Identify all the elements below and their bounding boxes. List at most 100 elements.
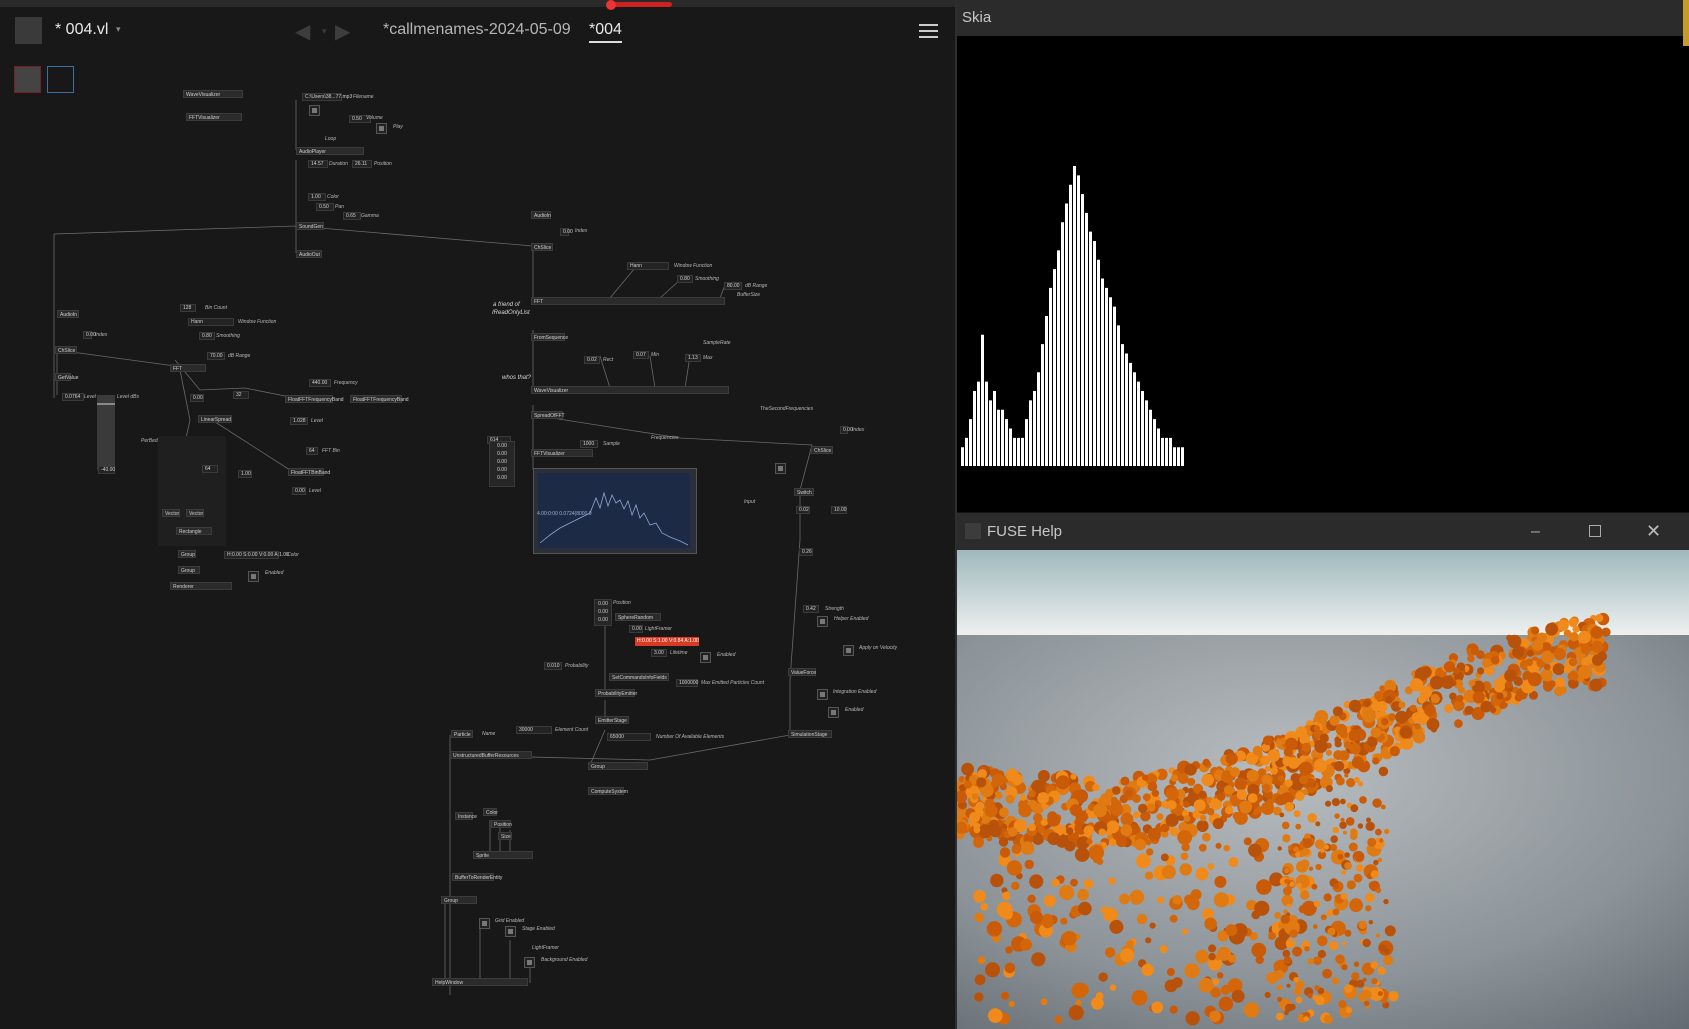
node-fft-right[interactable]: FFT: [531, 297, 725, 305]
node-group-compute[interactable]: Group: [588, 762, 648, 770]
node-from-sequence[interactable]: FromSequence: [531, 333, 568, 341]
iobox-lifetime[interactable]: 3.00: [651, 649, 667, 657]
iobox-index-left[interactable]: 0.00: [83, 331, 96, 339]
node-buffer-to-render[interactable]: BufferToRenderEntity: [452, 873, 502, 881]
toggle-stage[interactable]: [505, 926, 516, 937]
node-position-sprite[interactable]: Position: [491, 820, 512, 828]
iobox-smoothing[interactable]: 0.80: [199, 332, 215, 340]
iobox-size[interactable]: 64: [202, 465, 218, 473]
node-wave-visualizer-2[interactable]: WaveVisualizer: [531, 386, 729, 394]
node-switch[interactable]: Switch: [794, 488, 814, 496]
node-help-window[interactable]: HelpWindow: [432, 978, 528, 986]
node-chslice-right[interactable]: ChSlice: [531, 243, 553, 251]
node-sound-gen[interactable]: SoundGen: [296, 222, 324, 230]
iobox-index-right[interactable]: 0.00: [560, 228, 573, 236]
node-group-help[interactable]: Group: [441, 896, 477, 904]
iobox-switch-a[interactable]: 0.02: [796, 506, 810, 514]
iobox-switch-b[interactable]: 10.00: [831, 506, 847, 514]
toggle-background[interactable]: [524, 957, 535, 968]
iobox-particle-size[interactable]: 0.00: [629, 625, 643, 633]
node-getvalue-left[interactable]: GetValue: [55, 373, 78, 381]
iobox-probability[interactable]: 0.010: [544, 662, 562, 670]
iobox-spread-a[interactable]: 0.00: [190, 394, 204, 402]
node-chslice-switch[interactable]: ChSlice: [811, 446, 833, 454]
iobox-gamma[interactable]: 0.65: [343, 212, 361, 220]
node-audio-in-right[interactable]: AudioIn: [531, 211, 551, 219]
node-simulation-stage[interactable]: SimulationStage: [788, 730, 832, 738]
iobox-count[interactable]: 32: [233, 391, 249, 399]
toggle-play[interactable]: [376, 123, 387, 134]
iobox-smoothing-right[interactable]: 0.80: [677, 275, 693, 283]
toggle-loop[interactable]: [309, 105, 320, 116]
toggle-emitter-enabled[interactable]: [700, 652, 711, 663]
node-wave-visualizer[interactable]: WaveVisualizer: [183, 90, 243, 98]
node-audio-player[interactable]: AudioPlayer: [296, 147, 364, 155]
node-fft-visualizer-2[interactable]: FFTVisualizer: [531, 449, 593, 457]
node-particle[interactable]: Particle: [451, 730, 473, 738]
toggle-apply-velocity[interactable]: [843, 645, 854, 656]
node-linear-spread[interactable]: LinearSpread: [198, 415, 232, 423]
iobox-fft-bin[interactable]: 64: [306, 447, 318, 455]
node-size-sprite[interactable]: Size: [498, 832, 512, 840]
iobox-frequency[interactable]: 440.00: [309, 379, 331, 387]
close-icon[interactable]: ✕: [1646, 513, 1661, 550]
iobox-element-count[interactable]: 30000: [516, 726, 552, 734]
node-vector-2[interactable]: Vector: [186, 509, 204, 517]
node-chslice-left[interactable]: ChSlice: [55, 346, 77, 354]
renderer-preview[interactable]: 4.00:0:00 0.0724(8000.0: [533, 468, 697, 554]
node-instance[interactable]: Instance: [455, 812, 477, 820]
toggle-helper[interactable]: [817, 616, 828, 627]
node-group-2[interactable]: Group: [178, 566, 200, 574]
node-compute-system[interactable]: ComputeSystem: [588, 787, 628, 795]
iobox-max[interactable]: 1.13: [685, 354, 701, 362]
toggle-enabled-renderer[interactable]: [248, 571, 259, 582]
position-vector[interactable]: 0.00 0.00 0.00: [594, 599, 612, 626]
iobox-color-rgba[interactable]: H:0.00 S:0.00 V:0.00 A:1.00: [224, 551, 289, 559]
iobox-strength[interactable]: 0.42: [803, 605, 819, 613]
node-fft-visualizer[interactable]: FFTVisualizer: [186, 113, 242, 121]
particle-color-field[interactable]: H:0.00 S:1.00 V:0.84 A:1.00: [635, 637, 699, 646]
maximize-icon[interactable]: [1589, 525, 1601, 537]
node-float-fft-band-1[interactable]: FloatFFTFrequencyBand: [285, 395, 344, 403]
node-unstructured-buffer[interactable]: UnstructuredBufferResources: [450, 751, 532, 759]
node-spread-of-fft[interactable]: SpreadOfFFT: [531, 411, 565, 419]
toggle-grid[interactable]: [479, 918, 490, 929]
node-group-1[interactable]: Group: [178, 550, 196, 558]
iobox-index-switch[interactable]: 0.00: [840, 426, 853, 434]
toggle-integration[interactable]: [817, 689, 828, 700]
iobox-window-function[interactable]: Hann: [188, 318, 234, 326]
node-audio-out[interactable]: AudioOut: [296, 250, 322, 258]
node-color-sprite[interactable]: Color: [483, 808, 498, 816]
iobox-color[interactable]: 1.00: [308, 193, 326, 201]
iobox-max-emitted[interactable]: 1000000: [676, 679, 698, 687]
skia-titlebar[interactable]: Skia: [957, 0, 1689, 36]
toggle-switch[interactable]: [775, 463, 786, 474]
node-audio-in[interactable]: AudioIn: [57, 310, 79, 318]
node-value-force[interactable]: ValueForce: [788, 668, 816, 676]
iobox-bin-count[interactable]: 128: [180, 304, 196, 312]
fuse-titlebar[interactable]: FUSE Help – ✕: [957, 513, 1689, 550]
iobox-pan[interactable]: 0.50: [316, 203, 334, 211]
iobox-rect[interactable]: 0.02: [584, 356, 600, 364]
iobox-scale[interactable]: 1.00: [238, 470, 252, 478]
toggle-sim-enabled[interactable]: [828, 707, 839, 718]
node-set-commands[interactable]: SetCommandsInfoFields: [609, 673, 669, 681]
node-fft-left[interactable]: FFT: [170, 364, 206, 372]
iobox-db-range-right[interactable]: 80.00: [724, 282, 742, 290]
iobox-sample[interactable]: 1000: [580, 440, 598, 448]
iobox-min[interactable]: 0.07: [633, 351, 649, 359]
node-float-fft-bin-band[interactable]: FloatFFTBinBand: [288, 468, 330, 476]
iobox-window-right[interactable]: Hann: [627, 262, 669, 270]
node-emitter-stage[interactable]: EmitterStage: [595, 716, 629, 724]
node-probability-emitter[interactable]: ProbabilityEmitter: [595, 689, 637, 697]
minimize-icon[interactable]: –: [1531, 513, 1540, 550]
node-sprite[interactable]: Sprite: [473, 851, 533, 859]
node-renderer[interactable]: Renderer: [170, 582, 232, 590]
node-rectangle[interactable]: Rectangle: [176, 527, 212, 535]
fuse-viewport[interactable]: [957, 550, 1689, 1029]
iobox-db-range[interactable]: 70.00: [207, 352, 225, 360]
node-float-fft-band-2[interactable]: FloatFFTFrequencyBand: [350, 395, 409, 403]
node-vector-1[interactable]: Vector: [162, 509, 180, 517]
node-sphere-random[interactable]: SphereRandom: [615, 613, 661, 621]
iobox-filename[interactable]: C:\Users\38...77.mp3: [302, 93, 352, 101]
